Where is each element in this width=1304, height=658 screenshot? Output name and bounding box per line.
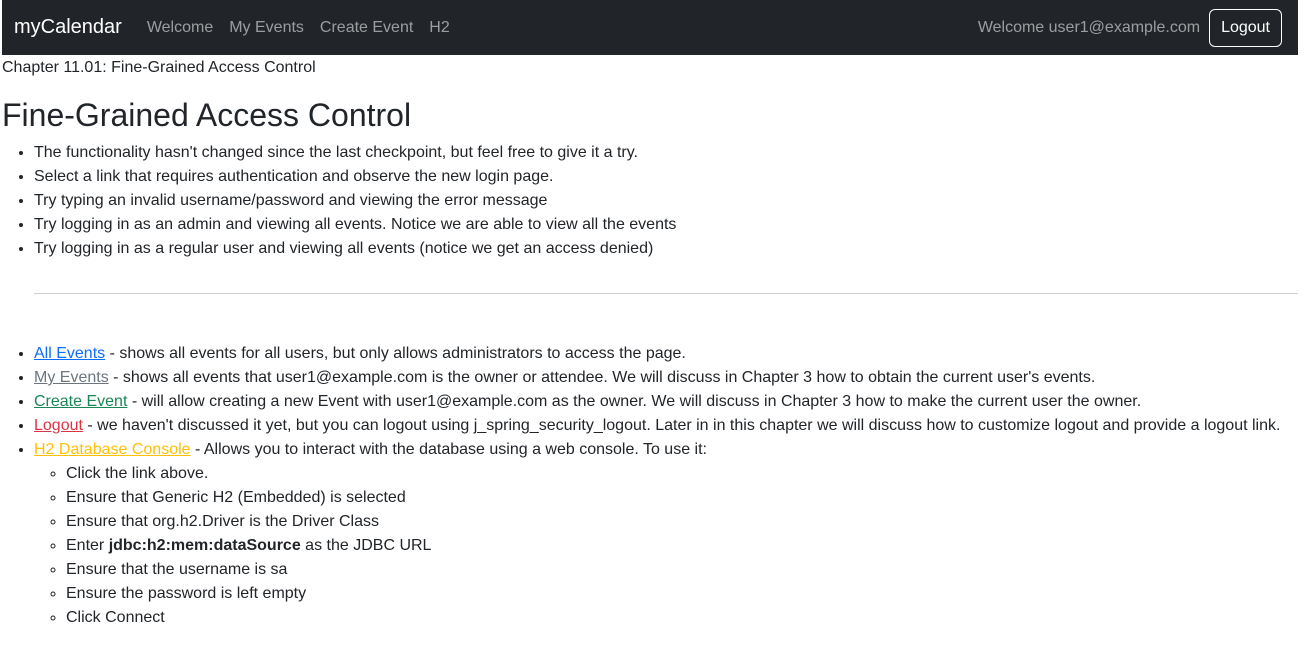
chapter-label: Chapter 11.01: Fine-Grained Access Contr… [2, 59, 316, 76]
top-navbar: myCalendar Welcome My Events Create Even… [2, 0, 1298, 55]
list-item-logout: Logout - we haven't discussed it yet, bu… [34, 414, 1300, 438]
list-item-create-event: Create Event - will allow creating a new… [34, 390, 1300, 414]
nav-link-my-events[interactable]: My Events [229, 19, 304, 37]
h2-step: Ensure that org.h2.Driver is the Driver … [66, 510, 1300, 534]
welcome-user-text: Welcome user1@example.com [977, 18, 1201, 36]
h2-step: Ensure that Generic H2 (Embedded) is sel… [66, 486, 1300, 510]
intro-item: Try logging in as an admin and viewing a… [34, 213, 1304, 237]
h2-steps-list: Click the link above. Ensure that Generi… [34, 462, 1300, 630]
nav-links: Welcome My Events Create Event H2 [147, 19, 466, 37]
intro-item: Try logging in as a regular user and vie… [34, 237, 1304, 261]
page-title: Fine-Grained Access Control [2, 97, 412, 133]
intro-item: Select a link that requires authenticati… [34, 165, 1304, 189]
h2-step: Click the link above. [66, 462, 1300, 486]
logout-link[interactable]: Logout [34, 417, 83, 434]
h2-step: Ensure that the username is sa [66, 558, 1300, 582]
nav-user-area: Welcome user1@example.com Logout [977, 8, 1282, 47]
h2-console-description: - Allows you to interact with the databa… [190, 441, 707, 458]
create-event-link[interactable]: Create Event [34, 393, 127, 410]
logout-button[interactable]: Logout [1209, 8, 1282, 47]
nav-link-h2[interactable]: H2 [429, 19, 449, 37]
my-events-link[interactable]: My Events [34, 369, 109, 386]
nav-link-welcome[interactable]: Welcome [147, 19, 213, 37]
my-events-description: - shows all events that user1@example.co… [108, 369, 1096, 386]
nav-link-create-event[interactable]: Create Event [320, 19, 413, 37]
h2-step: Ensure the password is left empty [66, 582, 1300, 606]
create-event-description: - will allow creating a new Event with u… [127, 393, 1142, 410]
links-list: All Events - shows all events for all us… [2, 342, 1300, 630]
intro-item: The functionality hasn't changed since t… [34, 141, 1304, 165]
brand-link[interactable]: myCalendar [14, 16, 122, 39]
h2-step: Enter jdbc:h2:mem:dataSource as the JDBC… [66, 534, 1300, 558]
list-item-all-events: All Events - shows all events for all us… [34, 342, 1300, 366]
enter-prefix: Enter [66, 537, 109, 554]
list-item-h2-console: H2 Database Console - Allows you to inte… [34, 438, 1300, 630]
list-item-my-events: My Events - shows all events that user1@… [34, 366, 1300, 390]
logout-description: - we haven't discussed it yet, but you c… [82, 417, 1281, 434]
all-events-description: - shows all events for all users, but on… [105, 345, 686, 362]
all-events-link[interactable]: All Events [34, 345, 105, 362]
h2-console-link[interactable]: H2 Database Console [34, 441, 191, 458]
jdbc-url: jdbc:h2:mem:dataSource [108, 537, 301, 554]
intro-list: The functionality hasn't changed since t… [2, 141, 1304, 261]
h2-step: Click Connect [66, 606, 1300, 630]
intro-item: Try typing an invalid username/password … [34, 189, 1304, 213]
enter-suffix: as the JDBC URL [300, 537, 432, 554]
section-divider [34, 293, 1298, 294]
